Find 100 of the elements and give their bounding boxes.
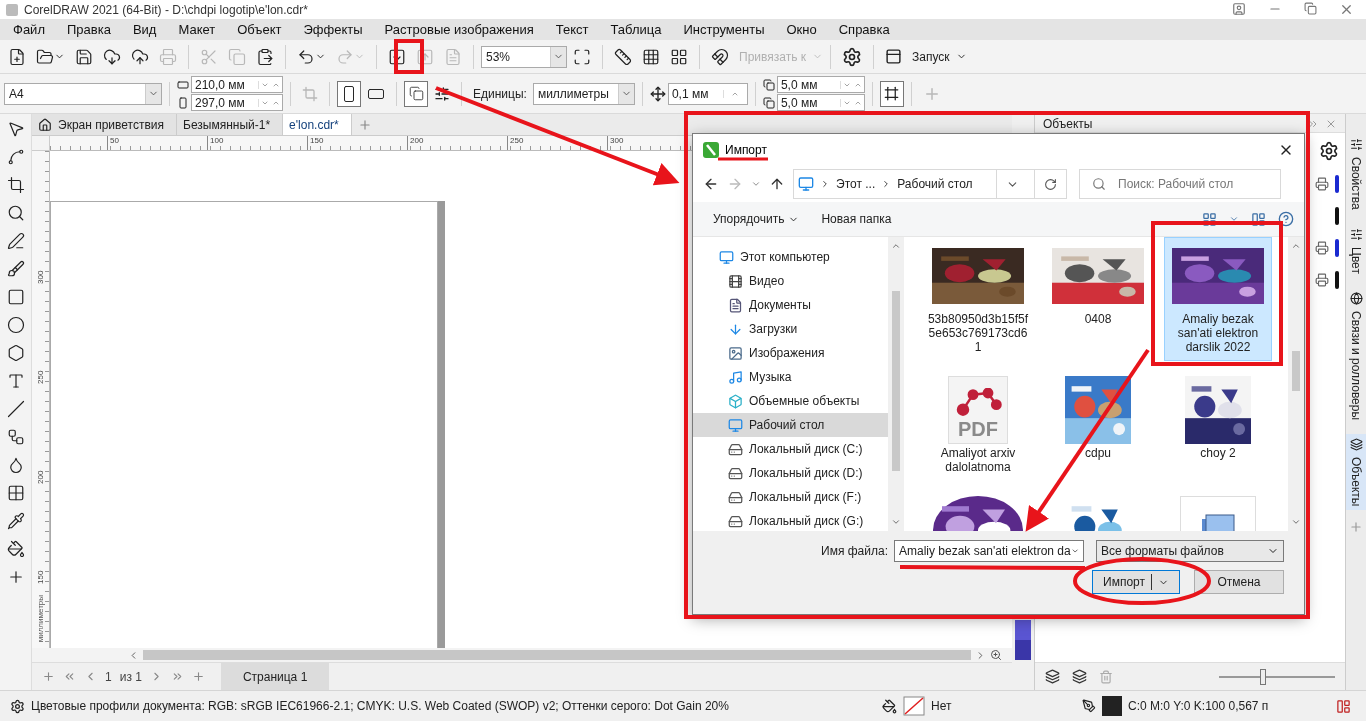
file-tile[interactable]: cdpu: [1044, 371, 1152, 481]
nav-item[interactable]: Этот компьютер: [693, 245, 888, 269]
cancel-button[interactable]: Отмена: [1194, 570, 1284, 594]
caret-icon[interactable]: [1229, 214, 1239, 224]
nav-item[interactable]: Документы: [693, 293, 888, 317]
import-button[interactable]: Импорт: [1092, 570, 1180, 594]
scroll-up-icon[interactable]: [891, 241, 901, 251]
portrait-button[interactable]: [337, 80, 361, 107]
scrollbar-thumb[interactable]: [892, 291, 900, 471]
docker-tab[interactable]: Цвет: [1346, 223, 1366, 278]
guides-icon[interactable]: [670, 47, 688, 66]
grid-icon[interactable]: [642, 47, 660, 66]
file-type-select[interactable]: Все форматы файлов: [1096, 540, 1284, 562]
pages-button[interactable]: [404, 80, 428, 107]
line-icon[interactable]: [6, 400, 25, 418]
scroll-down-icon[interactable]: [1291, 517, 1301, 527]
master-layer-icon[interactable]: [1072, 669, 1087, 684]
file-tile[interactable]: PDF Amaliyot arxiv dalolatnoma: [924, 371, 1032, 481]
new-folder-button[interactable]: Новая папка: [821, 212, 892, 226]
settings-icon[interactable]: [842, 46, 862, 67]
first-page-icon[interactable]: [63, 670, 76, 683]
frame-button[interactable]: [879, 80, 904, 107]
settings-icon[interactable]: [1319, 141, 1339, 161]
cloud-upload-icon[interactable]: [131, 47, 149, 66]
zoom-field[interactable]: 53%: [481, 45, 567, 68]
nav-item[interactable]: Загрузки: [693, 317, 888, 341]
printer-icon[interactable]: [1315, 273, 1329, 287]
nav-item[interactable]: Музыка: [693, 365, 888, 389]
docker-tab[interactable]: Объекты: [1346, 433, 1366, 511]
breadcrumb[interactable]: Рабочий стол: [897, 177, 973, 191]
menu-item[interactable]: Объект: [226, 22, 293, 37]
settings-icon[interactable]: [10, 698, 25, 714]
fullscreen-icon[interactable]: [573, 47, 591, 66]
nav-item[interactable]: Объемные объекты: [693, 389, 888, 413]
page-tab[interactable]: Страница 1: [220, 663, 330, 690]
address-bar[interactable]: Этот ... Рабочий стол: [793, 169, 1067, 199]
pen-icon[interactable]: [6, 232, 25, 250]
launch-menu[interactable]: Запуск: [908, 49, 954, 64]
menu-item[interactable]: Таблица: [599, 22, 673, 37]
zoom-icon[interactable]: [990, 649, 1002, 661]
menu-item[interactable]: Эффекты: [292, 22, 374, 37]
eyedropper-icon[interactable]: [6, 512, 25, 530]
scrollbar-thumb[interactable]: [143, 650, 971, 660]
file-tile[interactable]: 0408: [1044, 237, 1152, 361]
caret-icon[interactable]: [751, 179, 761, 189]
height-field[interactable]: 297,0 мм: [191, 94, 283, 111]
menu-item[interactable]: Инструменты: [672, 22, 776, 37]
scroll-up-icon[interactable]: [1291, 241, 1301, 251]
file-tile[interactable]: choy 2: [1164, 371, 1272, 481]
crop-icon[interactable]: [6, 176, 25, 194]
up-icon[interactable]: [769, 176, 785, 192]
nudge-field[interactable]: 0,1 мм: [667, 82, 748, 105]
rectangle-icon[interactable]: [6, 288, 25, 306]
checker-icon[interactable]: [6, 484, 25, 502]
printer-icon[interactable]: [1315, 241, 1329, 255]
help-icon[interactable]: [1278, 211, 1294, 227]
folder-icon[interactable]: [36, 47, 54, 66]
new-file-icon[interactable]: [8, 47, 26, 66]
docker-tab[interactable]: Связи и ролловеры: [1346, 287, 1366, 424]
pane-icon[interactable]: [1251, 211, 1266, 227]
menu-item[interactable]: Справка: [827, 22, 901, 37]
nav-item[interactable]: Локальный диск (F:): [693, 485, 888, 509]
nav-item[interactable]: Изображения: [693, 341, 888, 365]
new-layer-icon[interactable]: [1045, 669, 1060, 684]
pointer-icon[interactable]: [6, 120, 25, 138]
refresh-icon[interactable]: [1044, 177, 1057, 191]
layout-icon[interactable]: [434, 85, 450, 102]
search-field[interactable]: Поиск: Рабочий стол: [1079, 169, 1281, 199]
scroll-down-icon[interactable]: [891, 517, 901, 527]
document-tab[interactable]: e'lon.cdr*: [283, 114, 352, 135]
page-size-select[interactable]: A4: [4, 82, 162, 105]
plus-icon[interactable]: [191, 670, 205, 683]
organize-menu[interactable]: Упорядочить: [713, 212, 800, 226]
text-tool-icon[interactable]: [6, 372, 25, 390]
file-tile[interactable]: Amaliy bezak san'ati elektron darslik 2022: [1164, 237, 1272, 361]
color-swatch[interactable]: [1015, 620, 1031, 640]
document-tab[interactable]: Экран приветствия: [32, 114, 177, 135]
duplicate-x-field[interactable]: 5,0 мм: [776, 76, 865, 93]
nav-item[interactable]: Локальный диск (C:): [693, 437, 888, 461]
menu-item[interactable]: Вид: [121, 22, 168, 37]
nav-item[interactable]: Локальный диск (G:): [693, 509, 888, 531]
paste-icon[interactable]: [256, 47, 274, 66]
menu-item[interactable]: Макет: [167, 22, 227, 37]
nav-item[interactable]: Видео: [693, 269, 888, 293]
scrollbar-thumb[interactable]: [1292, 351, 1300, 391]
menu-item[interactable]: Файл: [2, 22, 56, 37]
back-icon[interactable]: [703, 176, 719, 192]
printer-icon[interactable]: [1315, 177, 1329, 191]
save-icon[interactable]: [75, 47, 93, 66]
docker-tab[interactable]: Свойства: [1346, 134, 1366, 214]
slider-thumb[interactable]: [1259, 668, 1266, 685]
breadcrumb[interactable]: Этот ...: [836, 177, 876, 191]
view-icon[interactable]: [1202, 211, 1217, 227]
units-select[interactable]: миллиметры: [532, 82, 635, 105]
brush-icon[interactable]: [6, 260, 25, 278]
curve-icon[interactable]: [6, 148, 25, 166]
color-swatch[interactable]: [1015, 640, 1031, 660]
cloud-download-icon[interactable]: [103, 47, 121, 66]
nav-item[interactable]: Локальный диск (D:): [693, 461, 888, 485]
window-icon[interactable]: [885, 48, 902, 65]
